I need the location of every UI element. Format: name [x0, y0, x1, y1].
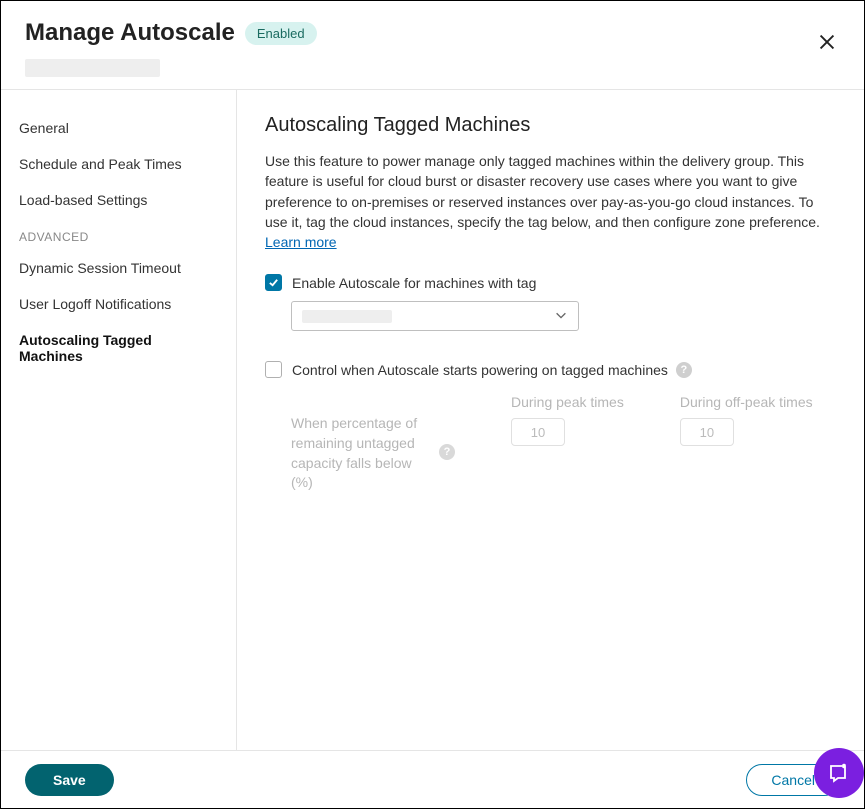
offpeak-column: During off-peak times: [680, 394, 813, 446]
close-icon[interactable]: [816, 31, 838, 53]
enable-tag-row: Enable Autoscale for machines with tag: [265, 274, 836, 291]
description-text: Use this feature to power manage only ta…: [265, 153, 820, 230]
dialog-body: General Schedule and Peak Times Load-bas…: [1, 90, 864, 750]
help-icon[interactable]: ?: [676, 362, 692, 378]
page-title: Manage Autoscale: [25, 19, 235, 47]
save-button[interactable]: Save: [25, 764, 114, 796]
main-panel: Autoscaling Tagged Machines Use this fea…: [237, 90, 864, 750]
help-icon[interactable]: ?: [439, 444, 455, 460]
tag-select-value-redacted: [302, 310, 392, 323]
threshold-label: When percentage of remaining untagged ca…: [291, 414, 431, 492]
control-row: Control when Autoscale starts powering o…: [265, 361, 836, 378]
learn-more-link[interactable]: Learn more: [265, 234, 337, 250]
sidebar-item-autoscaling-tagged[interactable]: Autoscaling Tagged Machines: [17, 322, 220, 374]
tag-select[interactable]: [291, 301, 579, 331]
peak-header: During peak times: [511, 394, 624, 410]
sidebar: General Schedule and Peak Times Load-bas…: [1, 90, 237, 750]
enable-tag-label: Enable Autoscale for machines with tag: [292, 275, 536, 291]
help-fab[interactable]: [814, 748, 864, 798]
offpeak-input[interactable]: [680, 418, 734, 446]
subtitle-redacted: [25, 59, 160, 77]
status-badge: Enabled: [245, 22, 317, 45]
sidebar-item-logoff-notify[interactable]: User Logoff Notifications: [17, 286, 220, 322]
chevron-down-icon: [554, 308, 568, 325]
main-title: Autoscaling Tagged Machines: [265, 114, 836, 137]
peak-column: During peak times: [511, 394, 624, 446]
control-checkbox[interactable]: [265, 361, 282, 378]
offpeak-header: During off-peak times: [680, 394, 813, 410]
sidebar-item-dynamic-timeout[interactable]: Dynamic Session Timeout: [17, 250, 220, 286]
threshold-block: When percentage of remaining untagged ca…: [291, 394, 836, 492]
enable-tag-checkbox[interactable]: [265, 274, 282, 291]
sidebar-item-general[interactable]: General: [17, 110, 220, 146]
sidebar-item-schedule[interactable]: Schedule and Peak Times: [17, 146, 220, 182]
main-description: Use this feature to power manage only ta…: [265, 151, 836, 252]
sidebar-item-load[interactable]: Load-based Settings: [17, 182, 220, 218]
dialog-footer: Save Cancel: [1, 750, 864, 808]
control-label: Control when Autoscale starts powering o…: [292, 362, 668, 378]
dialog-header: Manage Autoscale Enabled: [1, 1, 864, 55]
peak-input[interactable]: [511, 418, 565, 446]
sidebar-section-advanced: ADVANCED: [17, 218, 220, 250]
